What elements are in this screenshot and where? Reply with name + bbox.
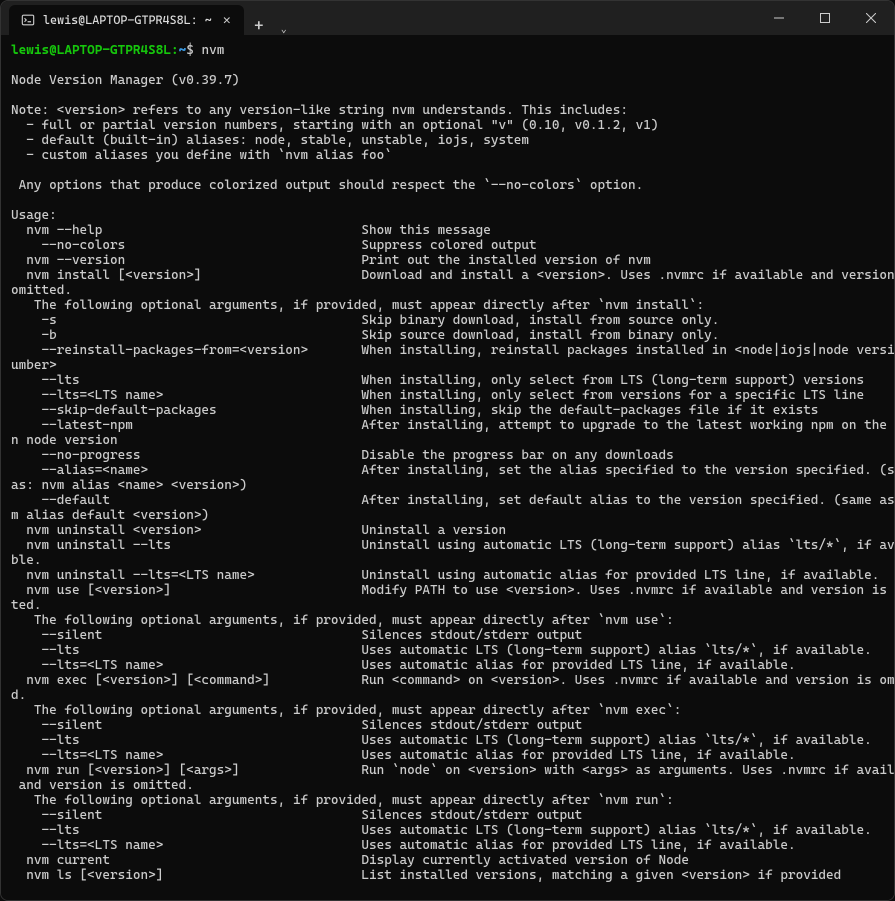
terminal-output: Node Version Manager (v0.39.7) Note: <ve… bbox=[11, 73, 894, 883]
tab-close-button[interactable]: ✕ bbox=[220, 13, 234, 27]
close-button[interactable] bbox=[848, 1, 894, 35]
window-controls bbox=[756, 1, 894, 35]
terminal-window: lewis@LAPTOP-GTPR4S8L: ~ ✕ + ⌄ lewis@LAP… bbox=[0, 0, 895, 901]
terminal-body[interactable]: lewis@LAPTOP-GTPR4S8L:~$ nvm Node Versio… bbox=[1, 35, 894, 900]
maximize-button[interactable] bbox=[802, 1, 848, 35]
prompt-dollar: $ bbox=[186, 43, 194, 58]
tab-strip: lewis@LAPTOP-GTPR4S8L: ~ ✕ + ⌄ bbox=[1, 1, 756, 35]
tab-title: lewis@LAPTOP-GTPR4S8L: ~ bbox=[43, 13, 212, 27]
prompt-sep: : bbox=[171, 43, 179, 58]
tab-dropdown-button[interactable]: ⌄ bbox=[274, 24, 294, 35]
titlebar: lewis@LAPTOP-GTPR4S8L: ~ ✕ + ⌄ bbox=[1, 1, 894, 35]
new-tab-button[interactable]: + bbox=[244, 16, 274, 35]
minimize-button[interactable] bbox=[756, 1, 802, 35]
tab-active[interactable]: lewis@LAPTOP-GTPR4S8L: ~ ✕ bbox=[9, 5, 244, 35]
prompt-user-host: lewis@LAPTOP-GTPR4S8L bbox=[11, 43, 171, 58]
prompt-command: nvm bbox=[201, 43, 224, 58]
terminal-icon bbox=[21, 13, 35, 27]
